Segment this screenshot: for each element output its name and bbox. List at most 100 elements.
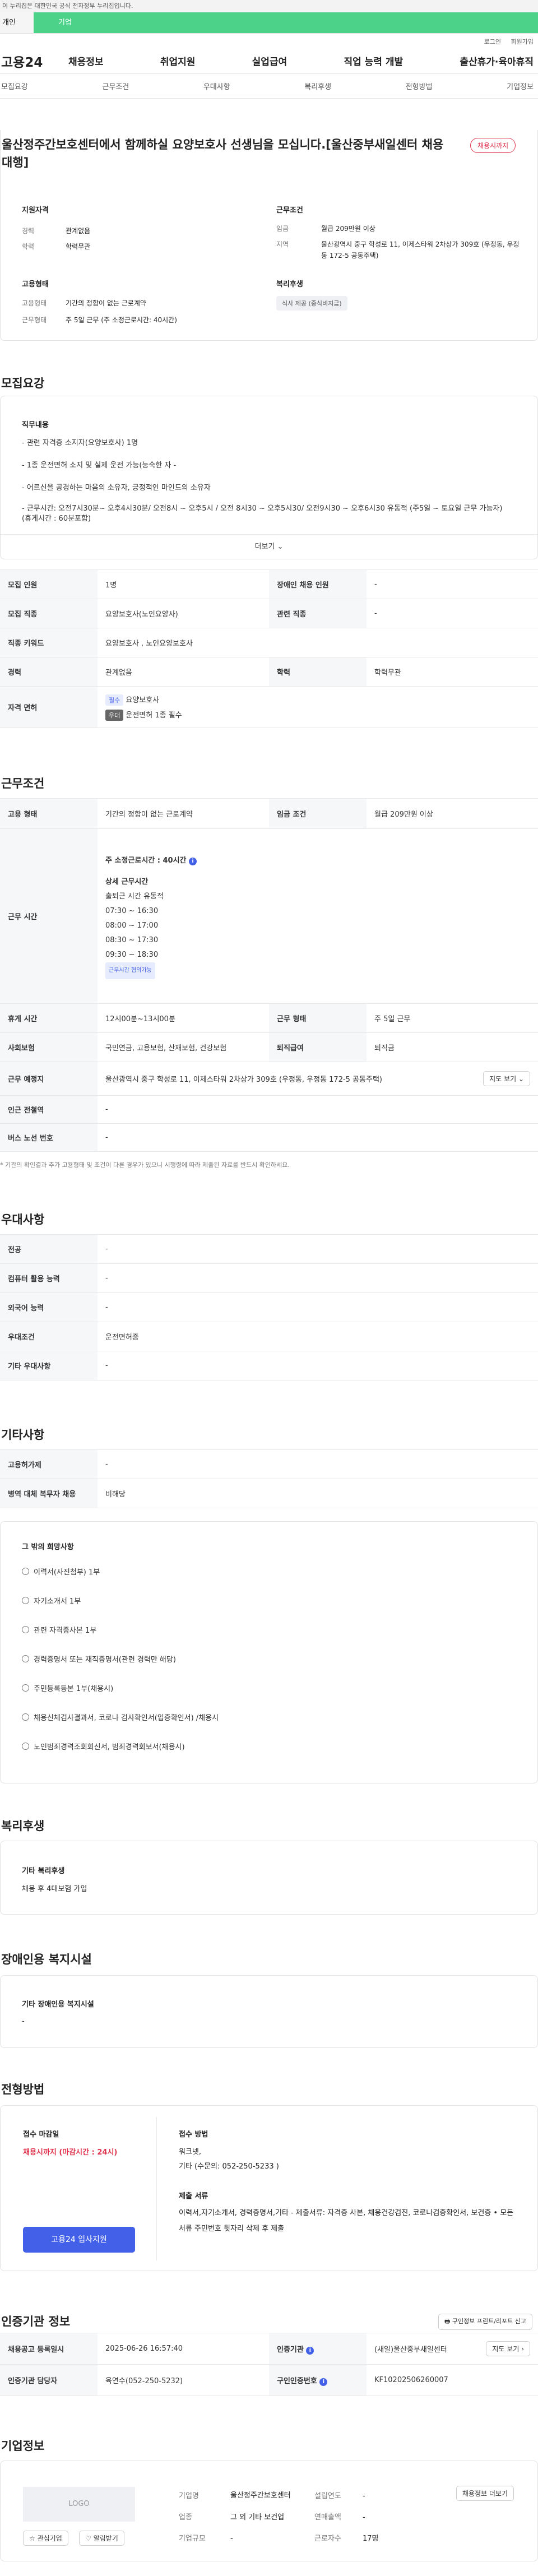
tab-personal[interactable]: 개인 [0, 12, 34, 33]
gnb-employment-support[interactable]: 취업지원 [160, 54, 196, 68]
table-value: KF10202506260007 [367, 2364, 538, 2396]
disability-box-title: 기타 장애인용 복지시설 [22, 2000, 94, 2009]
alert-button[interactable]: ♡ 알림받기 [79, 2531, 124, 2546]
table-value: 12시00분~13시00분 [98, 1003, 269, 1033]
license-cell: 필수 요양보호사 우대 운전면허 1종 필수 [98, 686, 538, 728]
table-value: - [367, 569, 538, 599]
login-link[interactable]: 로그인 [484, 38, 501, 45]
deadline-value: 채용시까지 (마감시간 : 24시) [23, 2148, 118, 2157]
subnav-company[interactable]: 기업정보 [507, 81, 534, 91]
agency-map-button[interactable]: 지도 보기 › [486, 2341, 530, 2356]
support-key: 경력 [22, 227, 35, 235]
welfare-title: 복리후생 [276, 280, 303, 289]
work-title: 근무조건 [276, 206, 303, 215]
duty-box: 직무내용 - 관련 자격증 소지자(요양보호사) 1명 - 1종 운전면허 소지… [0, 396, 538, 559]
agency-section-title: 인증기관 정보 [1, 2315, 71, 2328]
recruit-table: 모집 인원 1명 장애인 채용 인원 - 모집 직종 요양보호사(노인요양사) 관련 … [0, 569, 538, 728]
status-badge: 채용시까지 [470, 138, 516, 153]
company-key: 기업규모 [179, 2535, 206, 2543]
star-icon: ☆ [29, 2535, 35, 2542]
duty-title: 직무내용 [22, 421, 49, 429]
doc-item: 경력증명서 또는 재직증명서(관련 경력만 해당) [22, 1644, 219, 1673]
table-value: - [98, 1292, 538, 1322]
tab-company[interactable]: 기업 [34, 12, 538, 33]
emp-key: 근무형태 [22, 316, 47, 324]
table-key: 자격 면허 [0, 686, 98, 728]
subnav-selection[interactable]: 전형방법 [406, 81, 433, 91]
subnav-conditions[interactable]: 근무조건 [102, 81, 129, 91]
gnb-jobs[interactable]: 채용정보 [68, 54, 104, 68]
info-icon[interactable]: i [189, 857, 197, 865]
company-value: - [363, 2492, 365, 2500]
others-table: 고용허가제 - 병역 대체 복무자 채용 비해당 [0, 1449, 538, 1508]
table-key: 구인인증번호 i [269, 2364, 367, 2396]
table-value: 퇴직금 [367, 1032, 538, 1062]
others-section-title: 기타사항 [1, 1428, 45, 1442]
subnav-benefits[interactable]: 복리후생 [304, 81, 331, 91]
time-slot: 08:30 ~ 17:30 [105, 935, 159, 944]
table-key: 버스 노선 번호 [0, 1123, 98, 1152]
company-box: LOGO ☆ 관심기업 ♡ 알림받기 기업명 울산정주간보호센터 업종 그 외 기타… [0, 2461, 538, 2561]
deadline-title: 접수 마감일 [23, 2130, 59, 2139]
table-value: 관계없음 [98, 657, 269, 687]
preference-section-title: 우대사항 [1, 1213, 45, 1226]
work-key: 임금 [276, 225, 289, 233]
gnb-vocational-training[interactable]: 직업 능력 개발 [344, 54, 403, 68]
license-tag: 우대 [105, 709, 124, 721]
method-line: 워크넷, [179, 2148, 202, 2156]
subnav-preference[interactable]: 우대사항 [203, 81, 230, 91]
place-cell: 울산광역시 중구 학성로 11, 이제스타워 2차상가 309호 (우정동, 우… [98, 1062, 538, 1096]
table-key: 사회보험 [0, 1032, 98, 1062]
interest-button[interactable]: ☆ 관심기업 [23, 2531, 68, 2546]
table-value: 기간의 정함이 없는 근로계약 [98, 798, 269, 829]
support-key: 학력 [22, 243, 35, 251]
table-key: 임금 조건 [269, 798, 367, 829]
hours-cell: 주 소정근로시간 : 40시간 i 상세 근무시간 출퇴근 시간 유동적 07:… [98, 828, 538, 1004]
info-icon[interactable]: i [319, 2378, 328, 2386]
info-icon[interactable]: i [306, 2346, 314, 2355]
agency-table: 채용공고 등록일시 2025-06-26 16:57:40 인증기관 i (새일)… [0, 2333, 538, 2396]
gov-banner: 이 누리집은 대한민국 공식 전자정부 누리집입니다. [0, 0, 538, 12]
site-logo[interactable]: 고용24 [0, 52, 68, 71]
map-button[interactable]: 지도 보기 ⌄ [483, 1071, 530, 1086]
company-key: 근로자수 [314, 2535, 341, 2543]
table-value: - [98, 1351, 538, 1380]
detail-title: 상세 근무시간 [105, 877, 149, 886]
benefits-section-title: 복리후생 [1, 1819, 45, 1833]
selection-box: 접수 마감일 채용시까지 (마감시간 : 24시) 고용24 입사지원 접수 방… [0, 2105, 538, 2271]
work-value: 울산광역시 중구 학성로 11, 이제스타워 2차상가 309호 (우정동, 우… [321, 240, 520, 260]
disability-box-value: - [22, 2017, 25, 2026]
table-value: - [98, 1095, 538, 1124]
print-report-button[interactable]: 🖶 구인정보 프린트/리포트 신고 [438, 2314, 532, 2330]
duty-line: - 근무시간: 오전7시30분~ 오후4시30분/ 오전8시 ~ 오후5시 / … [22, 504, 503, 513]
table-value: - [98, 1263, 538, 1293]
gnb-parental-leave[interactable]: 출산휴가·육아휴직 [460, 54, 534, 68]
benefits-box-title: 기타 복리후생 [22, 1867, 65, 1875]
subnav-recruit[interactable]: 모집요강 [1, 81, 28, 91]
table-key: 경력 [0, 657, 98, 687]
table-key: 관련 직종 [269, 599, 367, 628]
table-value: 월급 209만원 이상 [367, 798, 538, 829]
apply-button[interactable]: 고용24 입사지원 [23, 2227, 135, 2253]
table-value: - [98, 1123, 538, 1152]
conditions-section-title: 근무조건 [1, 777, 45, 790]
bell-icon: ♡ [85, 2535, 91, 2542]
table-key: 기타 우대사항 [0, 1351, 98, 1380]
disability-section-title: 장애인용 복지시설 [1, 1953, 92, 1966]
license-name: 요양보호사 [126, 696, 160, 705]
table-key: 학력 [269, 657, 367, 687]
company-more-button[interactable]: 채용정보 더보기 [456, 2486, 514, 2501]
duty-line: - 1종 운전면허 소지 및 실제 운전 가능(능숙한 자 - [22, 461, 177, 470]
print-icon: 🖶 [444, 2318, 451, 2325]
work-value: 월급 209만원 이상 [321, 225, 375, 233]
gnb-unemployment-benefit[interactable]: 실업급여 [252, 54, 287, 68]
company-key: 설립연도 [314, 2492, 341, 2500]
company-section-title: 기업정보 [1, 2439, 45, 2453]
table-key: 고용 형태 [0, 798, 98, 829]
signup-link[interactable]: 회원가입 [511, 38, 534, 45]
doc-item: 관련 자격증사본 1부 [22, 1615, 219, 1644]
more-button[interactable]: 더보기 ⌄ [1, 534, 537, 559]
recruit-section-title: 모집요강 [1, 377, 45, 390]
time-slot: 09:30 ~ 18:30 [105, 950, 159, 959]
license-tag: 필수 [105, 694, 124, 706]
